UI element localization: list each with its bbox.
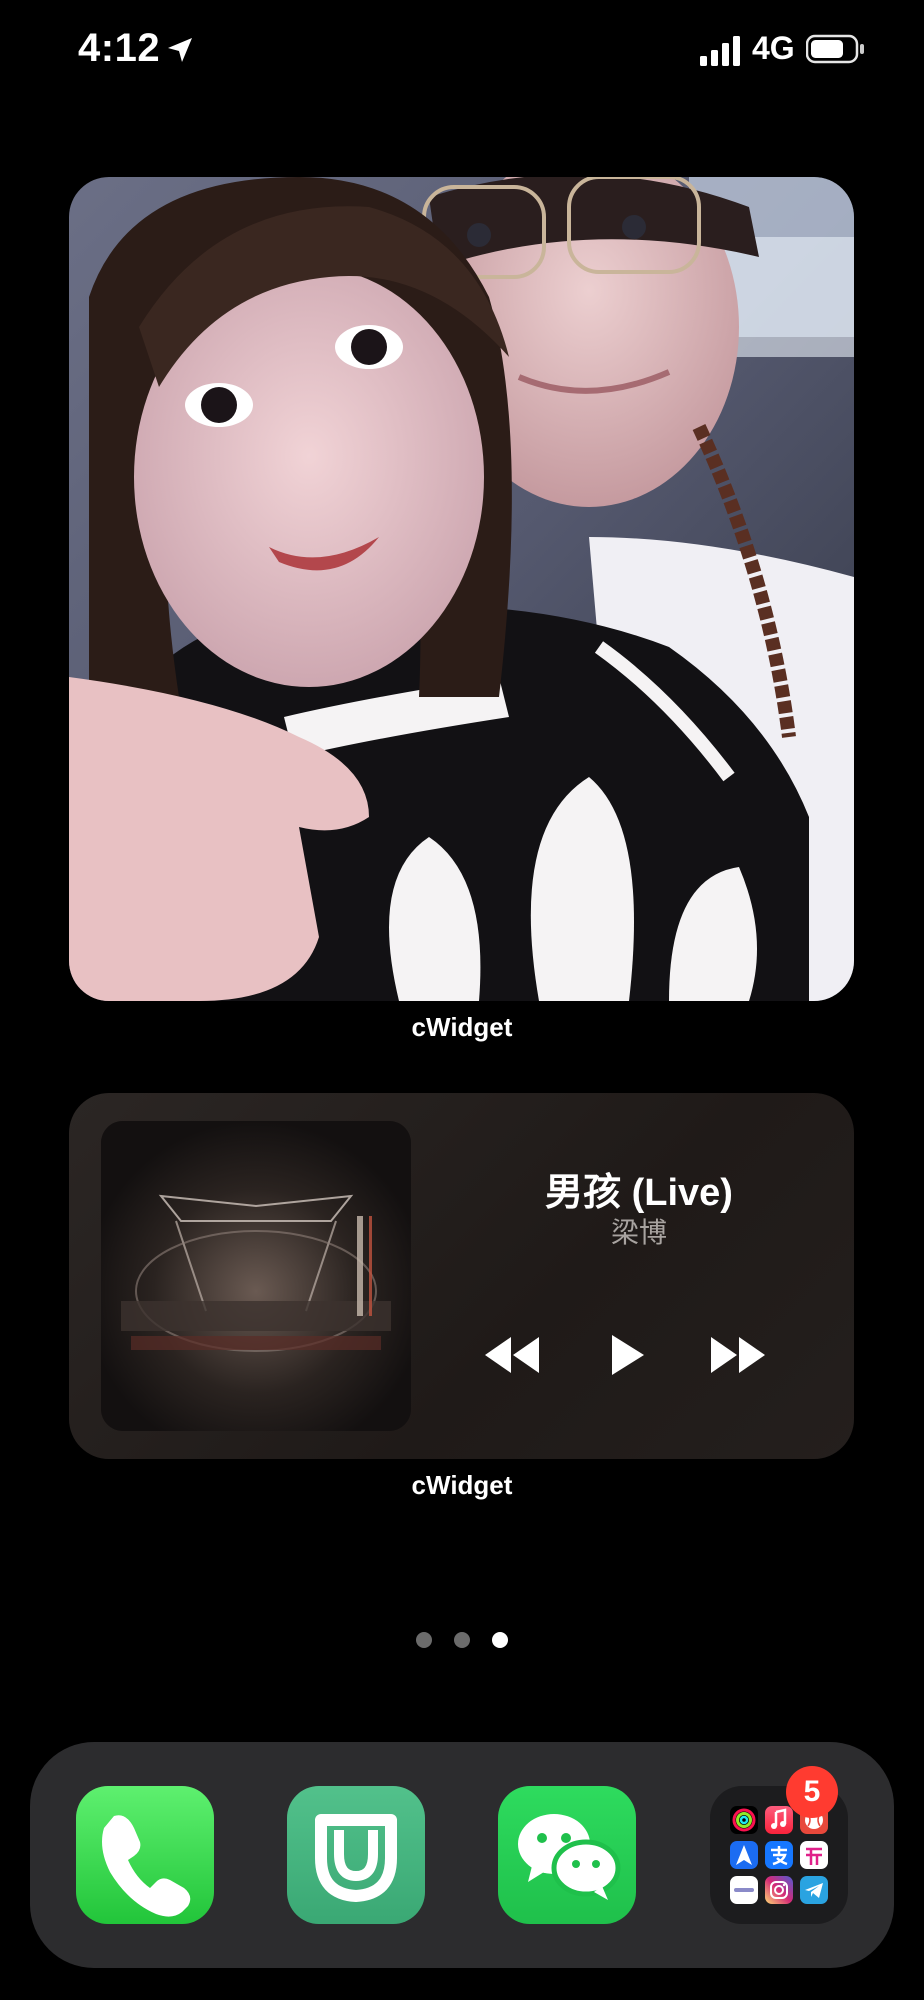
telegram-icon[interactable]: [800, 1876, 828, 1904]
cellular-signal-icon: [700, 36, 740, 66]
kaiyan-icon[interactable]: [800, 1841, 828, 1869]
status-bar: 4:12 4G: [0, 0, 924, 110]
wechat-app[interactable]: [498, 1786, 636, 1924]
location-arrow-icon: [168, 38, 192, 62]
navigation-icon[interactable]: [730, 1841, 758, 1869]
music-widget-label: cWidget: [411, 1470, 513, 1500]
concert-album-cover: [101, 1121, 411, 1431]
page-dot[interactable]: [454, 1632, 470, 1648]
dock: [30, 1742, 894, 1968]
music-icon[interactable]: [765, 1806, 793, 1834]
album-art[interactable]: [101, 1121, 411, 1431]
page-dot-active[interactable]: [492, 1632, 509, 1648]
forward-icon[interactable]: [705, 1329, 769, 1381]
phone-icon: [102, 1815, 191, 1917]
play-icon[interactable]: [606, 1329, 650, 1381]
alipay-icon[interactable]: [765, 1841, 793, 1869]
network-type: 4G: [752, 30, 795, 66]
backward-icon[interactable]: [481, 1329, 545, 1381]
couple-photo: [69, 177, 854, 1001]
instagram-icon[interactable]: [765, 1876, 793, 1904]
mijia-icon: [315, 1814, 397, 1902]
status-time: 4:12: [78, 26, 161, 70]
wechat-icon: [518, 1814, 621, 1900]
dots-icon[interactable]: [730, 1876, 758, 1904]
page-dot[interactable]: [415, 1632, 432, 1648]
artist-name: 梁博: [610, 1217, 667, 1248]
notification-badge: 5: [786, 1766, 838, 1818]
photo-widget[interactable]: [69, 177, 854, 1001]
mijia-app[interactable]: [287, 1786, 425, 1924]
battery-icon: [806, 34, 864, 64]
song-title: 男孩 (Live): [545, 1172, 733, 1214]
phone-app[interactable]: [76, 1786, 214, 1924]
music-widget[interactable]: 男孩 (Live) 梁博: [69, 1093, 854, 1459]
photo-widget-label: cWidget: [411, 1012, 513, 1042]
activity-icon[interactable]: [730, 1806, 758, 1834]
page-indicator[interactable]: [0, 1632, 924, 1652]
